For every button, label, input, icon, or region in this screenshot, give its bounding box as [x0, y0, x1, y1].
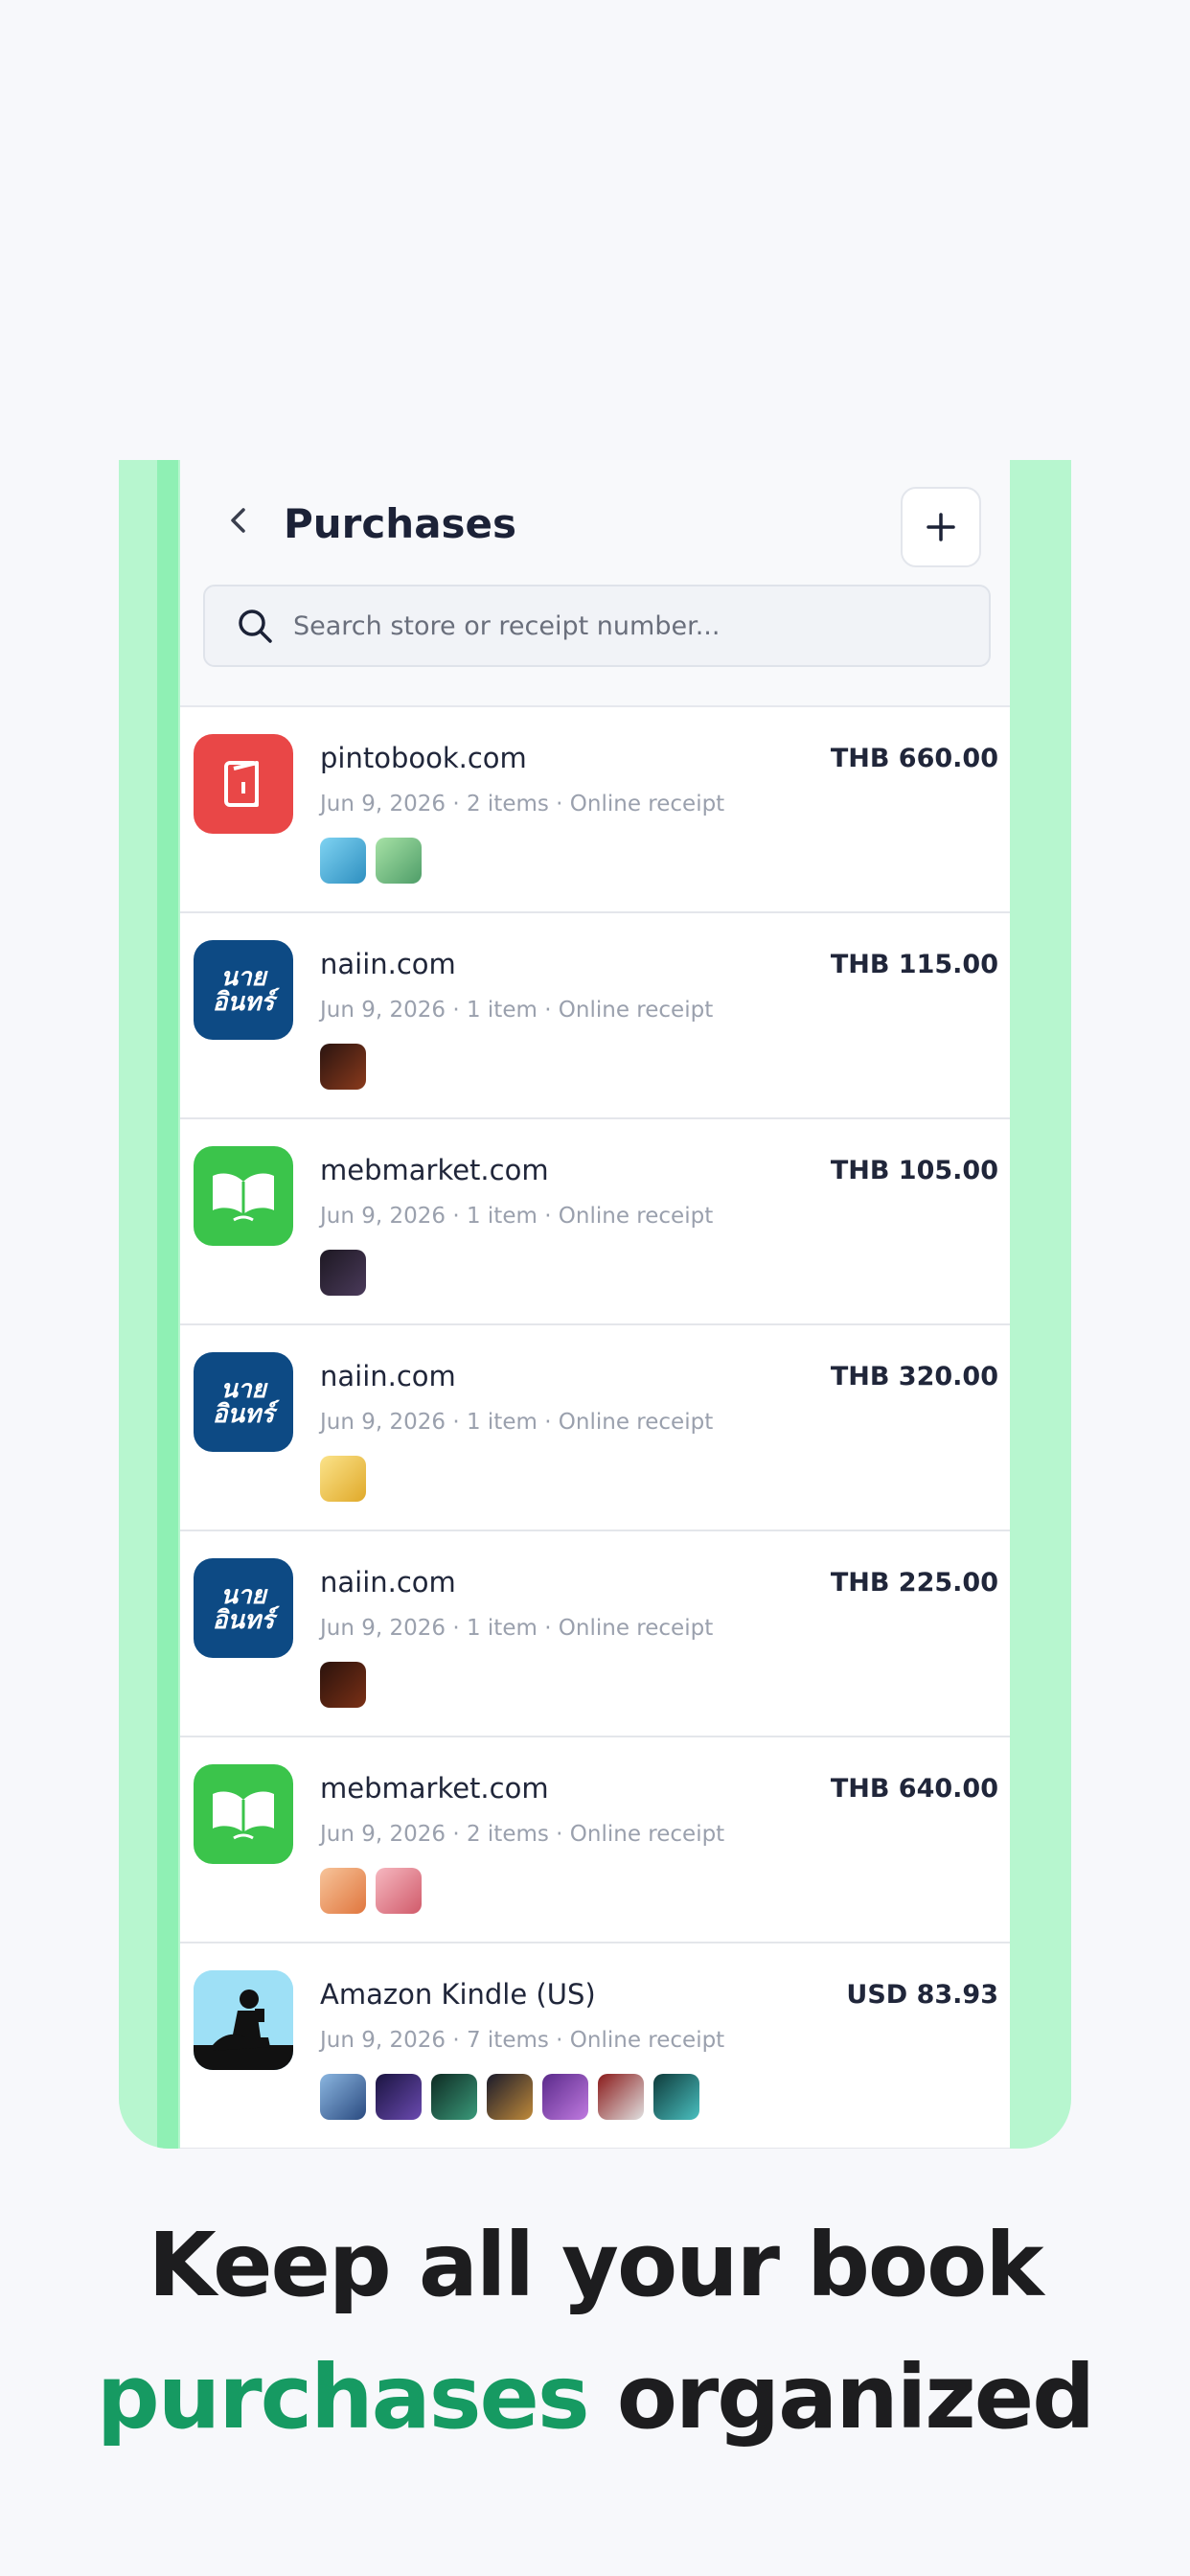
- frame-stripe: [157, 460, 178, 2149]
- book-cover-thumbnail: [320, 1044, 366, 1090]
- book-thumbnails: [320, 1868, 422, 1914]
- purchase-row[interactable]: mebmarket.com THB 105.00 Jun 9, 2026 · 1…: [180, 1119, 1010, 1325]
- purchase-row[interactable]: pintobook.com THB 660.00 Jun 9, 2026 · 2…: [180, 707, 1010, 913]
- app-screen: Purchases Search store or receipt number…: [180, 460, 1010, 2149]
- book-cover-thumbnail: [376, 2074, 422, 2120]
- book-cover-thumbnail: [320, 1456, 366, 1502]
- store-name: naiin.com: [320, 948, 456, 980]
- book-cover-thumbnail: [653, 2074, 699, 2120]
- purchase-row[interactable]: นายอินทร์ naiin.com THB 320.00 Jun 9, 20…: [180, 1325, 1010, 1531]
- back-button[interactable]: [215, 496, 263, 544]
- book-cover-thumbnail: [320, 1868, 366, 1914]
- kindle-logo: [194, 1970, 293, 2070]
- store-name: naiin.com: [320, 1566, 456, 1598]
- purchase-amount: THB 320.00: [830, 1362, 998, 1392]
- naiin-logo: นายอินทร์: [194, 940, 293, 1040]
- pintobook-logo: [194, 734, 293, 834]
- purchase-meta: Jun 9, 2026 · 7 items · Online receipt: [320, 2028, 725, 2053]
- purchase-row[interactable]: Amazon Kindle (US) USD 83.93 Jun 9, 2026…: [180, 1944, 1010, 2149]
- headline-line-2: purchases organized: [0, 2346, 1190, 2449]
- purchase-meta: Jun 9, 2026 · 2 items · Online receipt: [320, 792, 725, 816]
- store-name: Amazon Kindle (US): [320, 1978, 596, 2011]
- header: Purchases: [180, 460, 1010, 585]
- purchase-meta: Jun 9, 2026 · 1 item · Online receipt: [320, 998, 714, 1023]
- book-cover-thumbnail: [320, 2074, 366, 2120]
- device-frame: Purchases Search store or receipt number…: [119, 460, 1071, 2149]
- chevron-left-icon: [231, 508, 245, 533]
- book-cover-thumbnail: [320, 1662, 366, 1708]
- book-cover-thumbnail: [320, 1250, 366, 1296]
- search-bar-container: Search store or receipt number...: [180, 585, 1010, 707]
- page-title: Purchases: [284, 500, 517, 547]
- purchase-amount: THB 105.00: [830, 1156, 998, 1185]
- meb-logo: [194, 1146, 293, 1246]
- purchase-amount: THB 115.00: [830, 950, 998, 979]
- purchase-amount: USD 83.93: [846, 1980, 998, 2010]
- search-placeholder: Search store or receipt number...: [293, 610, 721, 641]
- book-thumbnails: [320, 1456, 366, 1502]
- naiin-logo: นายอินทร์: [194, 1558, 293, 1658]
- purchase-amount: THB 225.00: [830, 1568, 998, 1598]
- naiin-logo-text: นายอินทร์: [212, 963, 275, 1017]
- book-cover-thumbnail: [431, 2074, 477, 2120]
- book-cover-thumbnail: [320, 838, 366, 884]
- book-cover-thumbnail: [487, 2074, 533, 2120]
- search-input[interactable]: Search store or receipt number...: [203, 585, 991, 667]
- headline-highlight: purchases: [96, 2346, 590, 2449]
- store-name: mebmarket.com: [320, 1772, 549, 1805]
- store-name: pintobook.com: [320, 742, 527, 774]
- purchase-meta: Jun 9, 2026 · 1 item · Online receipt: [320, 1204, 714, 1229]
- purchase-meta: Jun 9, 2026 · 1 item · Online receipt: [320, 1410, 714, 1435]
- meb-logo: [194, 1764, 293, 1864]
- book-thumbnails: [320, 1662, 366, 1708]
- book-thumbnails: [320, 838, 422, 884]
- book-cover-thumbnail: [598, 2074, 644, 2120]
- purchase-amount: THB 660.00: [830, 744, 998, 773]
- add-purchase-button[interactable]: [901, 487, 981, 567]
- purchase-list: pintobook.com THB 660.00 Jun 9, 2026 · 2…: [180, 707, 1010, 2149]
- naiin-logo-text: นายอินทร์: [212, 1581, 275, 1635]
- purchase-meta: Jun 9, 2026 · 2 items · Online receipt: [320, 1822, 725, 1847]
- book-thumbnails: [320, 1250, 366, 1296]
- purchase-row[interactable]: นายอินทร์ naiin.com THB 115.00 Jun 9, 20…: [180, 913, 1010, 1119]
- book-cover-thumbnail: [542, 2074, 588, 2120]
- book-thumbnails: [320, 1044, 366, 1090]
- headline-line-1: Keep all your book: [148, 2214, 1043, 2316]
- book-thumbnails: [320, 2074, 699, 2120]
- purchase-amount: THB 640.00: [830, 1774, 998, 1804]
- store-name: mebmarket.com: [320, 1154, 549, 1186]
- purchase-row[interactable]: นายอินทร์ naiin.com THB 225.00 Jun 9, 20…: [180, 1531, 1010, 1737]
- naiin-logo: นายอินทร์: [194, 1352, 293, 1452]
- headline-rest: organized: [587, 2346, 1095, 2449]
- plus-icon: [927, 513, 955, 541]
- purchase-meta: Jun 9, 2026 · 1 item · Online receipt: [320, 1616, 714, 1641]
- search-icon: [234, 605, 276, 647]
- naiin-logo-text: นายอินทร์: [212, 1375, 275, 1429]
- book-cover-thumbnail: [376, 838, 422, 884]
- purchase-row[interactable]: mebmarket.com THB 640.00 Jun 9, 2026 · 2…: [180, 1737, 1010, 1944]
- store-name: naiin.com: [320, 1360, 456, 1392]
- book-cover-thumbnail: [376, 1868, 422, 1914]
